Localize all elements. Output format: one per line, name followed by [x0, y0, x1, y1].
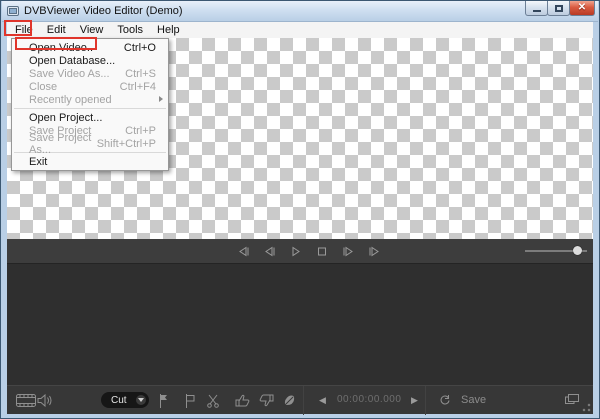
step-back-button[interactable]	[264, 245, 277, 258]
menu-separator	[14, 108, 166, 109]
time-increase-button[interactable]: ▶	[411, 395, 418, 405]
edit-mode-value: Cut	[111, 395, 127, 406]
menu-bar: File Edit View Tools Help	[7, 22, 593, 38]
menu-help[interactable]: Help	[150, 22, 187, 38]
audio-mute-icon[interactable]	[37, 394, 53, 407]
edit-mode-dropdown[interactable]: Cut	[101, 392, 149, 408]
toolbar-separator	[425, 386, 426, 415]
close-icon: ✕	[578, 3, 586, 13]
zoom-slider[interactable]	[525, 239, 589, 263]
fast-forward-button[interactable]	[368, 245, 381, 258]
window-controls: ✕	[526, 1, 595, 16]
chevron-down-icon	[136, 395, 146, 405]
step-forward-button[interactable]	[342, 245, 355, 258]
bottom-toolbar: Cut	[7, 385, 593, 414]
annotation-box-file	[4, 20, 32, 36]
flag-icon[interactable]	[185, 394, 195, 408]
toolbar-separator	[303, 386, 304, 415]
menu-item-save-video-as[interactable]: Save Video As... Ctrl+S	[12, 67, 168, 80]
menu-item-open-database[interactable]: Open Database...	[12, 54, 168, 67]
maximize-button[interactable]	[547, 1, 570, 16]
resize-grip[interactable]	[582, 403, 591, 412]
thumbs-up-icon[interactable]	[235, 394, 250, 407]
menu-view[interactable]: View	[73, 22, 111, 38]
stop-button[interactable]	[316, 245, 329, 258]
save-button[interactable]: Save	[461, 394, 486, 406]
title-bar[interactable]: DVBViewer Video Editor (Demo) ✕	[2, 1, 598, 22]
menu-item-save-project-as[interactable]: Save Project As... Shift+Ctrl+P	[12, 137, 168, 150]
detach-window-icon[interactable]	[565, 394, 579, 406]
set-bookmark-icon[interactable]	[159, 394, 168, 408]
fast-rewind-button[interactable]	[238, 245, 251, 258]
menu-item-exit[interactable]: Exit	[12, 155, 168, 168]
menu-item-open-project[interactable]: Open Project...	[12, 111, 168, 124]
minimize-icon	[533, 9, 541, 12]
filmstrip-icon[interactable]	[16, 394, 36, 407]
refresh-icon[interactable]	[439, 394, 451, 406]
minimize-button[interactable]	[525, 1, 548, 16]
slider-knob[interactable]	[573, 246, 582, 255]
transport-bar	[7, 239, 593, 263]
close-button[interactable]: ✕	[569, 1, 595, 16]
app-window: DVBViewer Video Editor (Demo) ✕ File Edi…	[0, 0, 600, 419]
menu-item-close[interactable]: Close Ctrl+F4	[12, 80, 168, 93]
stamp-icon[interactable]	[283, 394, 296, 407]
window-title: DVBViewer Video Editor (Demo)	[24, 5, 183, 17]
file-menu-dropdown: Open Video.. Ctrl+O Open Database... Sav…	[11, 38, 169, 171]
app-icon	[7, 5, 20, 17]
menu-item-recently-opened[interactable]: Recently opened	[12, 93, 168, 106]
time-decrease-button[interactable]: ◀	[319, 395, 326, 405]
annotation-box-open-video	[15, 37, 97, 50]
time-display[interactable]: 00:00:00.000	[337, 394, 401, 405]
menu-tools[interactable]: Tools	[110, 22, 150, 38]
timeline-panel[interactable]	[7, 263, 593, 385]
thumbs-down-icon[interactable]	[259, 394, 274, 407]
play-button[interactable]	[290, 245, 303, 258]
submenu-arrow-icon	[159, 96, 163, 102]
maximize-icon	[555, 5, 563, 12]
menu-edit[interactable]: Edit	[40, 22, 73, 38]
scissors-icon[interactable]	[207, 394, 219, 408]
